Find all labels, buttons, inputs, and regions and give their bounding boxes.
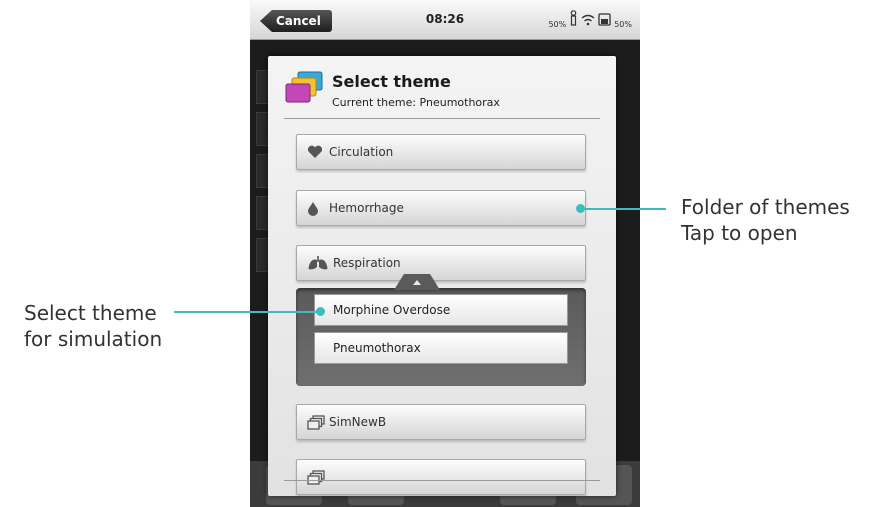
theme-morphine-overdose[interactable]: Morphine Overdose [314, 294, 568, 326]
dialog-header: Select theme Current theme: Pneumothorax [268, 56, 616, 120]
lungs-icon [307, 255, 329, 271]
select-callout-line2: for simulation [24, 327, 163, 351]
footer-divider [284, 480, 600, 481]
themes-stack-icon [284, 70, 326, 106]
battery-left-percent: 50% [548, 20, 567, 29]
theme-pneumothorax[interactable]: Pneumothorax [314, 332, 568, 364]
folder-label: SimNewB [329, 415, 387, 429]
person-icon [569, 10, 578, 30]
windows-icon [307, 414, 325, 430]
folder-callout-text: Folder of themes Tap to open [681, 194, 850, 246]
select-callout-line1: Select theme [24, 301, 157, 325]
select-callout-line [174, 311, 320, 313]
folder-label: Hemorrhage [329, 201, 404, 215]
folder-label: Respiration [333, 256, 401, 270]
monitor-battery-icon [598, 11, 611, 30]
wifi-icon [581, 11, 595, 30]
folder-partially-visible[interactable] [296, 459, 586, 495]
folder-label: Circulation [329, 145, 394, 159]
current-theme-label: Current theme: Pneumothorax [332, 96, 500, 109]
dialog-title: Select theme [332, 72, 451, 91]
header-divider [284, 118, 600, 119]
folder-simnewb[interactable]: SimNewB [296, 404, 586, 440]
heart-icon [307, 144, 325, 160]
drop-icon [307, 200, 325, 216]
select-callout-text: Select theme for simulation [24, 300, 162, 352]
tablet-screen: Cancel 08:26 50% 50% Select theme Curren… [250, 0, 640, 507]
battery-right-percent: 50% [614, 20, 632, 29]
windows-icon [307, 469, 325, 485]
folder-respiration[interactable]: Respiration [296, 245, 586, 281]
folder-callout-line2: Tap to open [681, 221, 798, 245]
folder-circulation[interactable]: Circulation [296, 134, 586, 170]
folder-callout-line [580, 208, 666, 210]
respiration-themes-panel: Morphine Overdose Pneumothorax [296, 288, 586, 386]
folder-hemorrhage[interactable]: Hemorrhage [296, 190, 586, 226]
select-theme-dialog: Select theme Current theme: Pneumothorax… [268, 56, 616, 496]
status-bar: Cancel 08:26 50% 50% [250, 0, 640, 40]
expand-arrow-icon [413, 280, 421, 285]
folder-callout-line1: Folder of themes [681, 195, 850, 219]
status-indicators: 50% 50% [548, 10, 632, 30]
